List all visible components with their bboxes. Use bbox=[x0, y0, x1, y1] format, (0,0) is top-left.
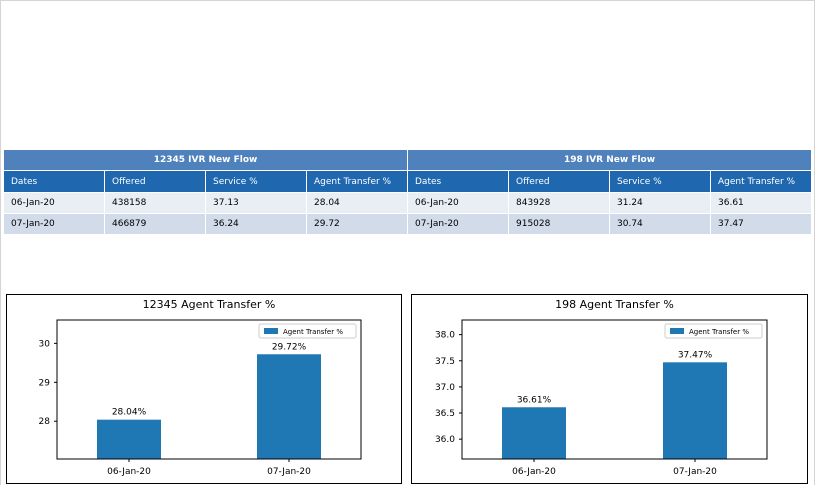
table-cell: 36.61 bbox=[710, 192, 812, 214]
x-tick-label: 06-Jan-20 bbox=[107, 467, 151, 477]
table-cell: 915028 bbox=[508, 213, 610, 235]
column-header-service: Service % bbox=[205, 170, 307, 193]
column-header-dates: Dates bbox=[407, 170, 509, 193]
table-12345: 12345 IVR New Flow Dates Offered Service… bbox=[2, 149, 409, 235]
column-header-agent-transfer: Agent Transfer % bbox=[305, 170, 409, 193]
bar bbox=[502, 407, 566, 459]
table-row: 06-Jan-20 438158 37.13 28.04 bbox=[3, 192, 409, 214]
y-tick-label: 28 bbox=[39, 417, 51, 427]
chart-title: 12345 Agent Transfer % bbox=[143, 298, 276, 311]
column-header-agent-transfer: Agent Transfer % bbox=[710, 170, 812, 193]
chart-svg: 198 Agent Transfer % 36.61% 06-Jan-20 37.47… bbox=[435, 298, 768, 477]
table-cell: 30.74 bbox=[609, 213, 711, 235]
table-row: 06-Jan-20 843928 31.24 36.61 bbox=[407, 192, 812, 214]
table-cell: 438158 bbox=[104, 192, 206, 214]
table-cell: 843928 bbox=[508, 192, 610, 214]
column-header-offered: Offered bbox=[508, 170, 610, 193]
chart-12345-agent-transfer: 12345 Agent Transfer % 28.04% 06-Jan-20 29.… bbox=[6, 294, 402, 484]
column-header-service: Service % bbox=[609, 170, 711, 193]
column-header-dates: Dates bbox=[3, 170, 105, 193]
x-tick-label: 07-Jan-20 bbox=[267, 467, 311, 477]
column-header-offered: Offered bbox=[104, 170, 206, 193]
y-tick-label: 30 bbox=[39, 339, 51, 349]
data-label: 37.47% bbox=[678, 350, 713, 360]
y-tick-label: 36.5 bbox=[435, 409, 455, 419]
chart-svg: 12345 Agent Transfer % 28.04% 06-Jan-20 29.… bbox=[39, 298, 362, 477]
table-title: 198 IVR New Flow bbox=[407, 149, 812, 171]
y-tick-label: 37.5 bbox=[435, 357, 455, 367]
table-cell: 36.24 bbox=[205, 213, 307, 235]
table-198: 198 IVR New Flow Dates Offered Service %… bbox=[407, 149, 812, 235]
bar bbox=[257, 354, 321, 459]
table-cell: 31.24 bbox=[609, 192, 711, 214]
table-cell: 07-Jan-20 bbox=[407, 213, 509, 235]
table-row: 07-Jan-20 915028 30.74 37.47 bbox=[407, 213, 812, 235]
x-tick-label: 06-Jan-20 bbox=[512, 467, 556, 477]
y-tick-label: 38.0 bbox=[435, 331, 455, 341]
legend-label: Agent Transfer % bbox=[283, 328, 343, 336]
chart-198-agent-transfer: 198 Agent Transfer % 36.61% 06-Jan-20 37.47… bbox=[411, 294, 808, 484]
table-title: 12345 IVR New Flow bbox=[2, 149, 409, 171]
table-cell: 28.04 bbox=[305, 192, 409, 214]
data-label: 29.72% bbox=[272, 342, 307, 352]
y-tick-label: 29 bbox=[39, 378, 51, 388]
data-label: 36.61% bbox=[517, 395, 552, 405]
table-cell: 07-Jan-20 bbox=[3, 213, 105, 235]
chart-title: 198 Agent Transfer % bbox=[555, 298, 674, 311]
y-tick-label: 36.0 bbox=[435, 435, 455, 445]
y-tick-label: 37.0 bbox=[435, 383, 455, 393]
legend-swatch bbox=[670, 328, 684, 334]
x-tick-label: 07-Jan-20 bbox=[673, 467, 717, 477]
table-cell: 37.13 bbox=[205, 192, 307, 214]
legend-swatch bbox=[264, 328, 278, 334]
legend-label: Agent Transfer % bbox=[689, 328, 749, 336]
table-cell: 06-Jan-20 bbox=[3, 192, 105, 214]
table-cell: 29.72 bbox=[305, 213, 409, 235]
table-cell: 06-Jan-20 bbox=[407, 192, 509, 214]
bar bbox=[663, 362, 727, 459]
table-cell: 37.47 bbox=[710, 213, 812, 235]
data-label: 28.04% bbox=[112, 408, 147, 418]
table-row: 07-Jan-20 466879 36.24 29.72 bbox=[3, 213, 409, 235]
bar bbox=[97, 419, 161, 459]
table-cell: 466879 bbox=[104, 213, 206, 235]
